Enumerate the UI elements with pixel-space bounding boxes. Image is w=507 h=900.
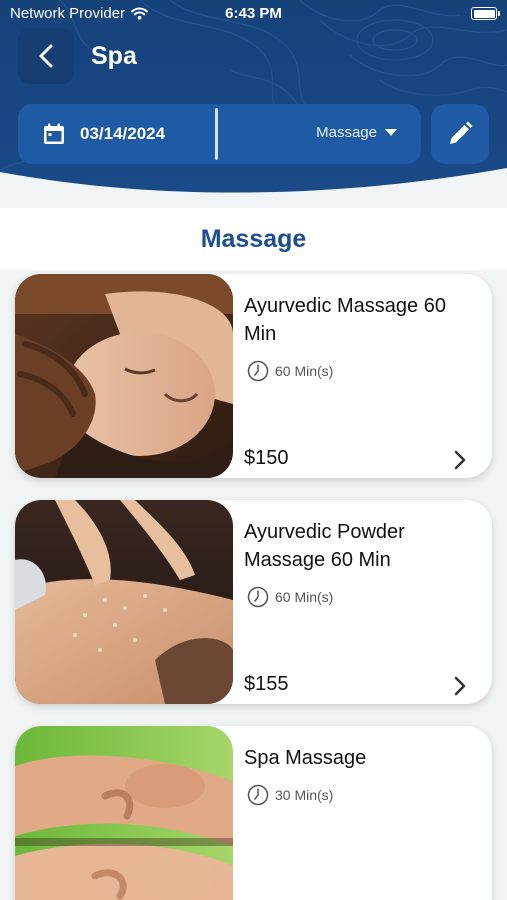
category-dropdown[interactable]: Massage <box>316 124 397 141</box>
duration-label: 30 Min(s) <box>275 787 334 803</box>
clock-icon <box>247 784 269 806</box>
service-card[interactable]: Spa Massage 30 Min(s) <box>15 726 492 900</box>
service-name: Ayurvedic Powder Massage 60 Min <box>244 521 405 571</box>
back-massage-photo <box>15 500 233 704</box>
section-title: Massage <box>200 225 307 253</box>
clock-icon <box>247 360 269 382</box>
service-name: Ayurvedic Massage 60 Min <box>244 295 446 345</box>
edit-pencil-icon <box>450 121 473 144</box>
category-value: Massage <box>316 124 377 141</box>
battery-icon <box>471 7 500 20</box>
chevron-right-icon <box>454 676 466 696</box>
service-price: $155 <box>244 673 289 695</box>
clock-time: 6:43 PM <box>225 5 282 22</box>
service-duration: 60 Min(s) <box>247 360 333 382</box>
edit-button[interactable] <box>431 104 489 164</box>
date-value: 03/14/2024 <box>80 124 166 143</box>
calendar-icon <box>44 123 64 144</box>
filter-divider <box>215 108 218 160</box>
dropdown-caret-icon <box>385 128 397 136</box>
back-arrow-icon <box>39 44 53 68</box>
status-bar: Network Provider 6:43 PM <box>0 0 507 28</box>
service-price: $150 <box>244 447 289 469</box>
service-duration: 60 Min(s) <box>247 586 333 608</box>
chevron-right-icon <box>454 450 466 470</box>
service-name: Spa Massage <box>244 747 367 769</box>
couple-massage-photo <box>15 726 233 900</box>
filter-bar: 03/14/2024 Massage <box>18 104 421 164</box>
page-title: Spa <box>91 42 137 70</box>
back-button[interactable] <box>18 28 74 84</box>
clock-icon <box>247 586 269 608</box>
date-picker[interactable]: 03/14/2024 <box>42 122 165 146</box>
service-card[interactable]: Ayurvedic Massage 60 Min 60 Min(s) $150 <box>15 274 492 478</box>
service-duration: 30 Min(s) <box>247 784 333 806</box>
duration-label: 60 Min(s) <box>275 363 334 379</box>
service-card[interactable]: Ayurvedic Powder Massage 60 Min 60 Min(s… <box>15 500 492 704</box>
face-massage-photo <box>15 274 233 478</box>
duration-label: 60 Min(s) <box>275 589 334 605</box>
